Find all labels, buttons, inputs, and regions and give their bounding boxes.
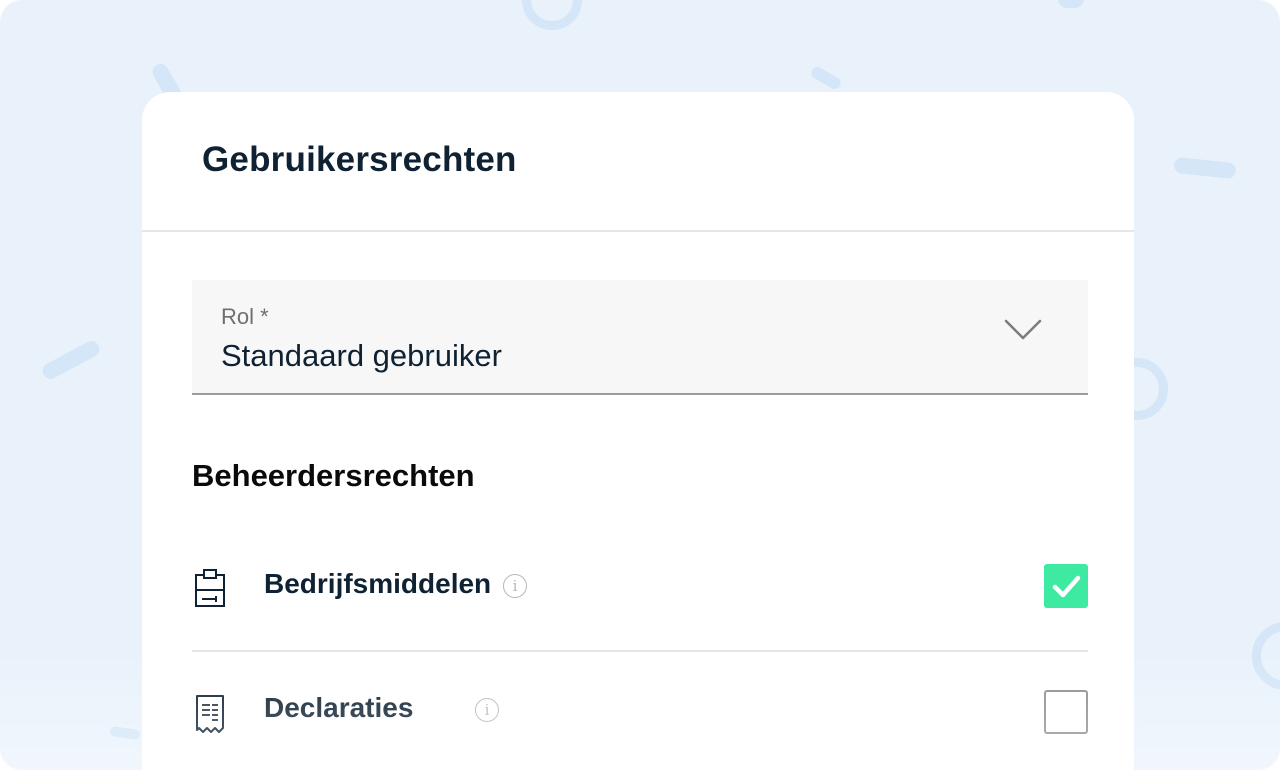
info-icon[interactable]: i (475, 698, 499, 722)
permission-label: Bedrijfsmiddelen (264, 568, 492, 599)
user-rights-dialog: Gebruikersrechten Rol * Standaard gebrui… (142, 92, 1134, 770)
background-stage: Gebruikersrechten Rol * Standaard gebrui… (0, 0, 1280, 770)
checkmark-icon (1052, 575, 1081, 598)
permission-row-bedrijfsmiddelen: Bedrijfsmiddelen i (192, 528, 1088, 648)
decorative-dash (39, 338, 103, 382)
permission-checkbox[interactable] (1044, 564, 1088, 608)
permission-row-declaraties: Declaraties i (192, 650, 1088, 770)
decorative-ring (1252, 622, 1280, 690)
permission-label: Declaraties (264, 692, 414, 723)
decorative-dash (1058, 0, 1084, 8)
section-title: Beheerdersrechten (192, 458, 475, 493)
role-value: Standaard gebruiker (221, 338, 502, 373)
permission-checkbox[interactable] (1044, 690, 1088, 734)
clipboard-icon (195, 569, 225, 607)
role-select[interactable]: Rol * Standaard gebruiker (192, 280, 1088, 395)
dialog-title: Gebruikersrechten (202, 140, 517, 179)
info-icon[interactable]: i (503, 574, 527, 598)
decorative-dash (809, 64, 843, 92)
receipt-icon (196, 695, 224, 733)
decorative-dash (109, 725, 141, 741)
decorative-ring (522, 0, 582, 30)
decorative-dash (1173, 156, 1237, 180)
dialog-header: Gebruikersrechten (142, 92, 1134, 232)
chevron-down-icon[interactable] (1004, 318, 1042, 342)
role-label: Rol * (221, 304, 269, 329)
